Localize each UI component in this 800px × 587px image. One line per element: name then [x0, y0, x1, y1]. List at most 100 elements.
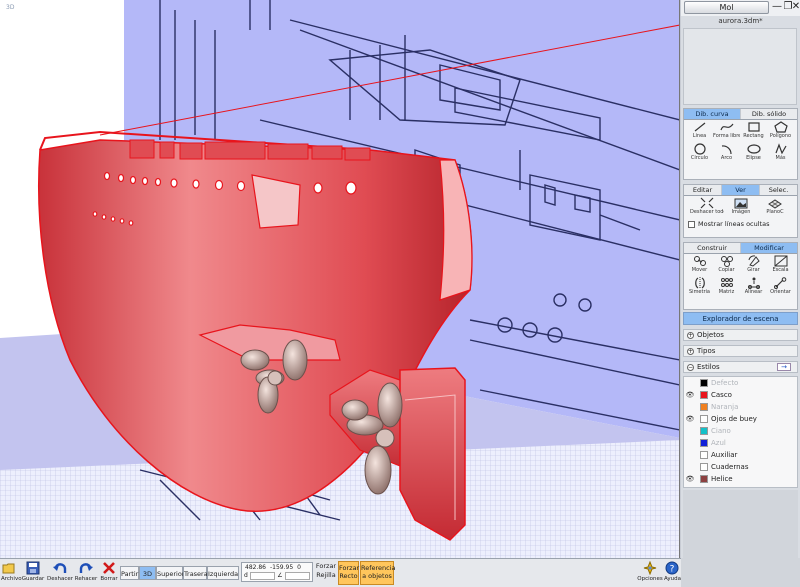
bottom-toolbar: Archivo Guardar Deshacer Rehacer Borrar … [0, 558, 681, 587]
tool-ellipse[interactable]: Elipse [740, 143, 767, 165]
tab-curve[interactable]: Dib. curva [684, 109, 741, 119]
tool-copy[interactable]: Copiar [713, 255, 740, 277]
tool-circle[interactable]: Círculo [686, 143, 713, 165]
object-snap-toggle[interactable]: Referencia a objetos [360, 561, 396, 585]
delete-button[interactable]: Borrar [100, 561, 118, 582]
tool-label: Arco [720, 155, 733, 161]
hidden-lines-row[interactable]: Mostrar líneas ocultas [684, 219, 797, 229]
tool-more[interactable]: Más [767, 143, 794, 165]
section-styles[interactable]: − Estilos → [683, 361, 798, 373]
layer-row[interactable]: Cuadernas [684, 461, 797, 473]
rectangle-icon [747, 122, 760, 132]
options-button[interactable]: Opciones [637, 561, 663, 582]
tool-orient[interactable]: Orientar [767, 277, 794, 299]
section-label: Tipos [697, 347, 716, 355]
file-button[interactable]: Archivo [1, 561, 22, 582]
tool-array[interactable]: Matriz [713, 277, 740, 299]
layer-name: Helice [711, 475, 733, 483]
tool-cplane[interactable]: PlanoC [758, 197, 792, 219]
tool-label: Polígono [769, 133, 792, 139]
tab-modify[interactable]: Modificar [741, 243, 797, 253]
layer-row[interactable]: 👁 Ojos de buey [684, 413, 797, 425]
layer-name: Ojos de buey [711, 415, 757, 423]
tool-arc[interactable]: Arco [713, 143, 740, 165]
hidden-lines-checkbox[interactable] [688, 220, 695, 228]
close-icon[interactable]: ✕ [791, 1, 800, 13]
layer-color-swatch[interactable] [700, 451, 708, 459]
delete-button-label: Borrar [100, 576, 118, 582]
layer-name: Azul [711, 439, 726, 447]
layer-row[interactable]: 👁 Casco [684, 389, 797, 401]
transform-tools: Mover Copiar Girar Escala Simetría Matri… [684, 254, 797, 299]
save-button[interactable]: Guardar [21, 561, 45, 582]
view-left-button[interactable]: Izquierda [207, 566, 239, 580]
view-split-button[interactable]: Partir [120, 566, 139, 580]
layer-color-swatch[interactable] [700, 463, 708, 471]
scene-render[interactable] [0, 0, 680, 558]
layer-row[interactable]: Auxiliar [684, 449, 797, 461]
undo-button[interactable]: Deshacer [47, 561, 73, 582]
tool-label: Círculo [690, 155, 709, 161]
layer-color-swatch[interactable] [700, 439, 708, 447]
layer-row[interactable]: Azul [684, 437, 797, 449]
view-3d-button[interactable]: 3D [139, 566, 156, 580]
tool-label: Línea [692, 133, 707, 139]
angle-input[interactable] [284, 572, 310, 580]
section-objects[interactable]: + Objetos [683, 329, 798, 341]
help-button-label: Ayuda [664, 576, 681, 582]
grid-snap-toggle[interactable]: Forzar Rejilla [315, 562, 337, 580]
tab-view[interactable]: Ver [722, 185, 760, 195]
tool-mirror[interactable]: Simetría [686, 277, 713, 299]
eye-icon[interactable]: 👁 [684, 475, 696, 483]
tab-select[interactable]: Selec. [760, 185, 797, 195]
tool-polygon[interactable]: Polígono [767, 121, 794, 143]
minimize-icon[interactable]: — [772, 1, 782, 13]
tab-solid[interactable]: Dib. sólido [741, 109, 797, 119]
layer-color-swatch[interactable] [700, 379, 708, 387]
tab-edit[interactable]: Editar [684, 185, 722, 195]
help-button[interactable]: ? Ayuda [664, 561, 681, 582]
mol-button[interactable]: Mol [684, 1, 769, 14]
tool-rectangle[interactable]: Rectang [740, 121, 767, 143]
collapse-icon[interactable]: − [687, 364, 694, 371]
layer-row[interactable]: Naranja [684, 401, 797, 413]
layer-color-swatch[interactable] [700, 415, 708, 423]
image-icon [734, 198, 748, 209]
viewport-3d[interactable]: 3D [0, 0, 680, 558]
layer-name: Defecto [711, 379, 739, 387]
view-top-button[interactable]: Superior [156, 566, 185, 580]
layer-list: Defecto 👁 Casco Naranja 👁 Ojos de buey Ciano Az… [683, 376, 798, 488]
coordinate-readout[interactable]: 482.86 -159.95 0 d ∠ [241, 562, 313, 582]
tool-rotate[interactable]: Girar [740, 255, 767, 277]
tool-align[interactable]: Alinear [740, 277, 767, 299]
arrow-right-icon[interactable]: → [777, 363, 791, 371]
tool-label: Copiar [718, 267, 735, 273]
tool-line[interactable]: Línea [686, 121, 713, 143]
tab-construct[interactable]: Construir [684, 243, 741, 253]
distance-input[interactable] [249, 572, 276, 580]
layer-color-swatch[interactable] [700, 427, 708, 435]
layer-row[interactable]: Defecto [684, 377, 797, 389]
freeform-icon [719, 123, 733, 131]
view-tools: Deshacer todo Imágen PlanoC [684, 196, 797, 219]
angle-label: ∠ [277, 572, 283, 579]
tool-undo-all[interactable]: Deshacer todo [690, 197, 724, 219]
section-types[interactable]: + Tipos [683, 345, 798, 357]
tool-move[interactable]: Mover [686, 255, 713, 277]
view-back-button[interactable]: Trasera [183, 566, 208, 580]
layer-color-swatch[interactable] [700, 475, 708, 483]
expand-icon[interactable]: + [687, 348, 694, 355]
view-tabs: Editar Ver Selec. [684, 185, 797, 196]
tool-scale[interactable]: Escala [767, 255, 794, 277]
tool-freeform[interactable]: Forma libre [713, 121, 740, 143]
layer-color-swatch[interactable] [700, 391, 708, 399]
eye-icon[interactable]: 👁 [684, 391, 696, 399]
ortho-toggle[interactable]: Forzar Recto [338, 561, 359, 585]
layer-color-swatch[interactable] [700, 403, 708, 411]
layer-row[interactable]: Ciano [684, 425, 797, 437]
eye-icon[interactable]: 👁 [684, 415, 696, 423]
expand-icon[interactable]: + [687, 332, 694, 339]
tool-image[interactable]: Imágen [724, 197, 758, 219]
redo-button[interactable]: Rehacer [74, 561, 98, 582]
layer-row[interactable]: 👁 Helice [684, 473, 797, 485]
